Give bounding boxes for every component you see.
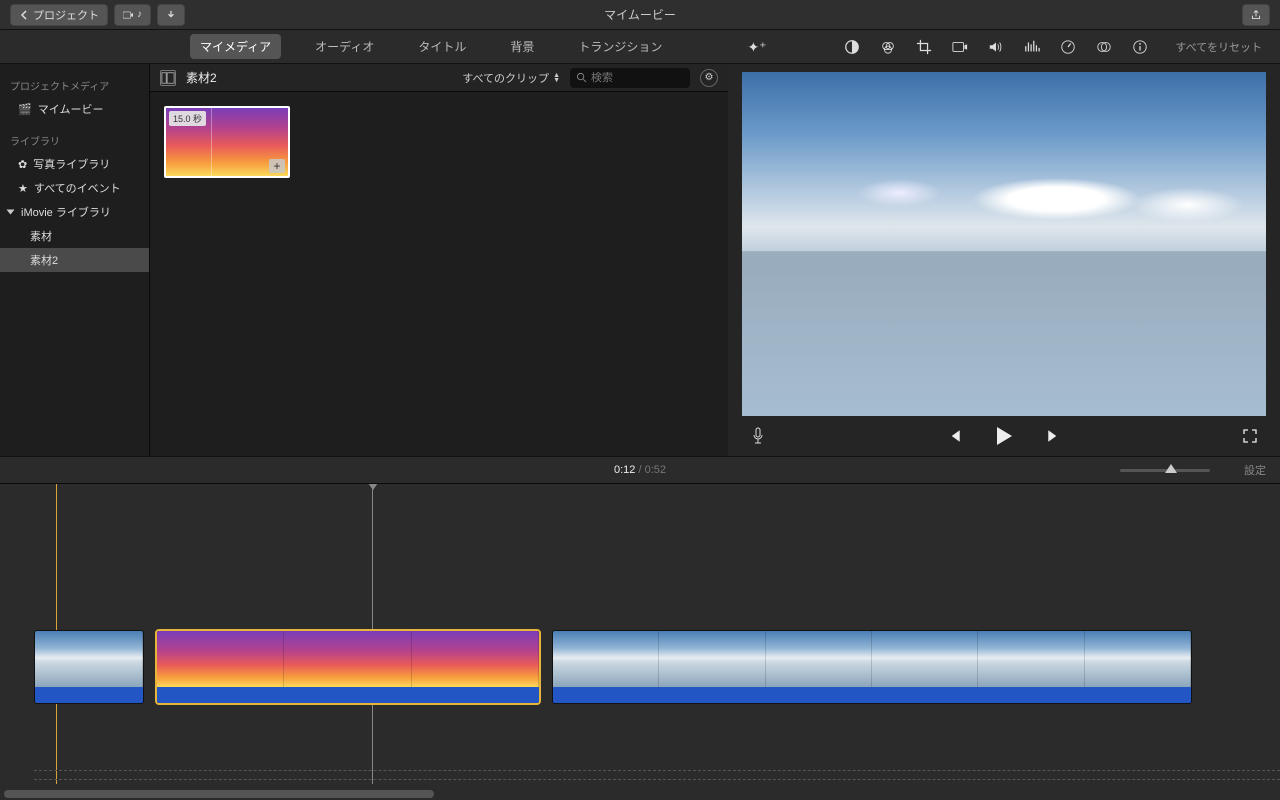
- star-icon: ★: [18, 182, 28, 195]
- sidebar-item-sozai2[interactable]: 素材2: [0, 248, 149, 272]
- sidebar-item-photo-library[interactable]: ✿ 写真ライブラリ: [0, 152, 149, 176]
- timeline-scrollbar[interactable]: [0, 788, 1280, 800]
- zoom-slider[interactable]: [1120, 469, 1210, 472]
- reset-all-button[interactable]: すべてをリセット: [1175, 39, 1262, 55]
- media-browser: 素材2 すべてのクリップ ▲▼ ⚙ 15.0 秒 +: [150, 64, 728, 456]
- sidebar: プロジェクトメディア 🎬 マイムービー ライブラリ ✿ 写真ライブラリ ★ すべ…: [0, 64, 150, 456]
- prev-clip-button[interactable]: [942, 424, 966, 448]
- preview-viewport[interactable]: [742, 72, 1266, 416]
- sidebar-item-all-events[interactable]: ★ すべてのイベント: [0, 176, 149, 200]
- timeline-clip-1[interactable]: [34, 630, 144, 704]
- adjust-toolbar: ✦⁺ すべてをリセット: [730, 30, 1280, 64]
- tabs-row: マイメディア オーディオ タイトル 背景 トランジション ✦⁺ すべてをリセット: [0, 30, 1280, 64]
- color-balance-icon[interactable]: [843, 38, 861, 56]
- settings-gear-icon[interactable]: ⚙: [700, 69, 718, 87]
- timeline-header: 0:12 / 0:52 設定: [0, 456, 1280, 484]
- voiceover-mic-icon[interactable]: [746, 424, 770, 448]
- timeline-clip-3[interactable]: [552, 630, 1192, 704]
- flower-icon: ✿: [18, 158, 27, 171]
- preview-panel: [728, 64, 1280, 456]
- tab-transitions[interactable]: トランジション: [568, 34, 672, 59]
- sidebar-header-project-media: プロジェクトメディア: [0, 74, 149, 97]
- download-button[interactable]: [157, 4, 185, 26]
- tab-audio[interactable]: オーディオ: [305, 34, 384, 59]
- stabilization-icon[interactable]: [951, 38, 969, 56]
- tab-backgrounds[interactable]: 背景: [500, 34, 544, 59]
- crop-icon[interactable]: [915, 38, 933, 56]
- noise-reduction-icon[interactable]: [1023, 38, 1041, 56]
- clip-audio-track[interactable]: [35, 687, 143, 703]
- zoom-thumb-icon[interactable]: [1165, 464, 1177, 473]
- info-icon[interactable]: [1131, 38, 1149, 56]
- speed-icon[interactable]: [1059, 38, 1077, 56]
- tab-titles[interactable]: タイトル: [408, 34, 476, 59]
- timeline-settings-button[interactable]: 設定: [1244, 462, 1266, 478]
- timeline-clip-2-selected[interactable]: [156, 630, 540, 704]
- volume-icon[interactable]: [987, 38, 1005, 56]
- clip-filter-dropdown[interactable]: すべてのクリップ ▲▼: [462, 70, 560, 86]
- clips-row: [0, 624, 1280, 710]
- window-title: マイムービー: [604, 6, 676, 23]
- clip-filter-icon[interactable]: [1095, 38, 1113, 56]
- timeline-timecode: 0:12 / 0:52: [614, 464, 666, 476]
- titlebar: プロジェクト ♪ マイムービー: [0, 0, 1280, 30]
- trim-track[interactable]: [34, 770, 1280, 780]
- layout-toggle-icon[interactable]: [160, 70, 176, 86]
- search-icon: [576, 72, 587, 83]
- browser-title: 素材2: [186, 69, 217, 86]
- share-button[interactable]: [1242, 4, 1270, 26]
- search-input[interactable]: [591, 72, 671, 84]
- sidebar-header-library: ライブラリ: [0, 129, 149, 152]
- back-label: プロジェクト: [33, 7, 99, 23]
- play-button[interactable]: [992, 424, 1016, 448]
- sidebar-item-imovie-library[interactable]: iMovie ライブラリ: [0, 200, 149, 224]
- sidebar-item-my-movie[interactable]: 🎬 マイムービー: [0, 97, 149, 121]
- timeline[interactable]: [0, 484, 1280, 800]
- add-to-timeline-icon[interactable]: +: [269, 159, 285, 173]
- back-to-projects-button[interactable]: プロジェクト: [10, 4, 108, 26]
- clip-audio-track[interactable]: [157, 687, 539, 703]
- disclosure-triangle-icon[interactable]: [7, 210, 15, 215]
- clip-audio-track[interactable]: [553, 687, 1191, 703]
- sidebar-item-sozai1[interactable]: 素材: [0, 224, 149, 248]
- media-thumbnail[interactable]: 15.0 秒 +: [164, 106, 290, 178]
- updown-arrows-icon: ▲▼: [553, 73, 560, 83]
- color-correction-icon[interactable]: [879, 38, 897, 56]
- tab-my-media[interactable]: マイメディア: [190, 34, 281, 59]
- media-import-button[interactable]: ♪: [114, 4, 151, 26]
- clapper-icon: 🎬: [18, 103, 32, 116]
- magic-wand-icon[interactable]: ✦⁺: [748, 38, 766, 56]
- thumbnail-duration: 15.0 秒: [169, 111, 206, 126]
- fullscreen-icon[interactable]: [1238, 424, 1262, 448]
- next-clip-button[interactable]: [1042, 424, 1066, 448]
- search-field[interactable]: [570, 68, 690, 88]
